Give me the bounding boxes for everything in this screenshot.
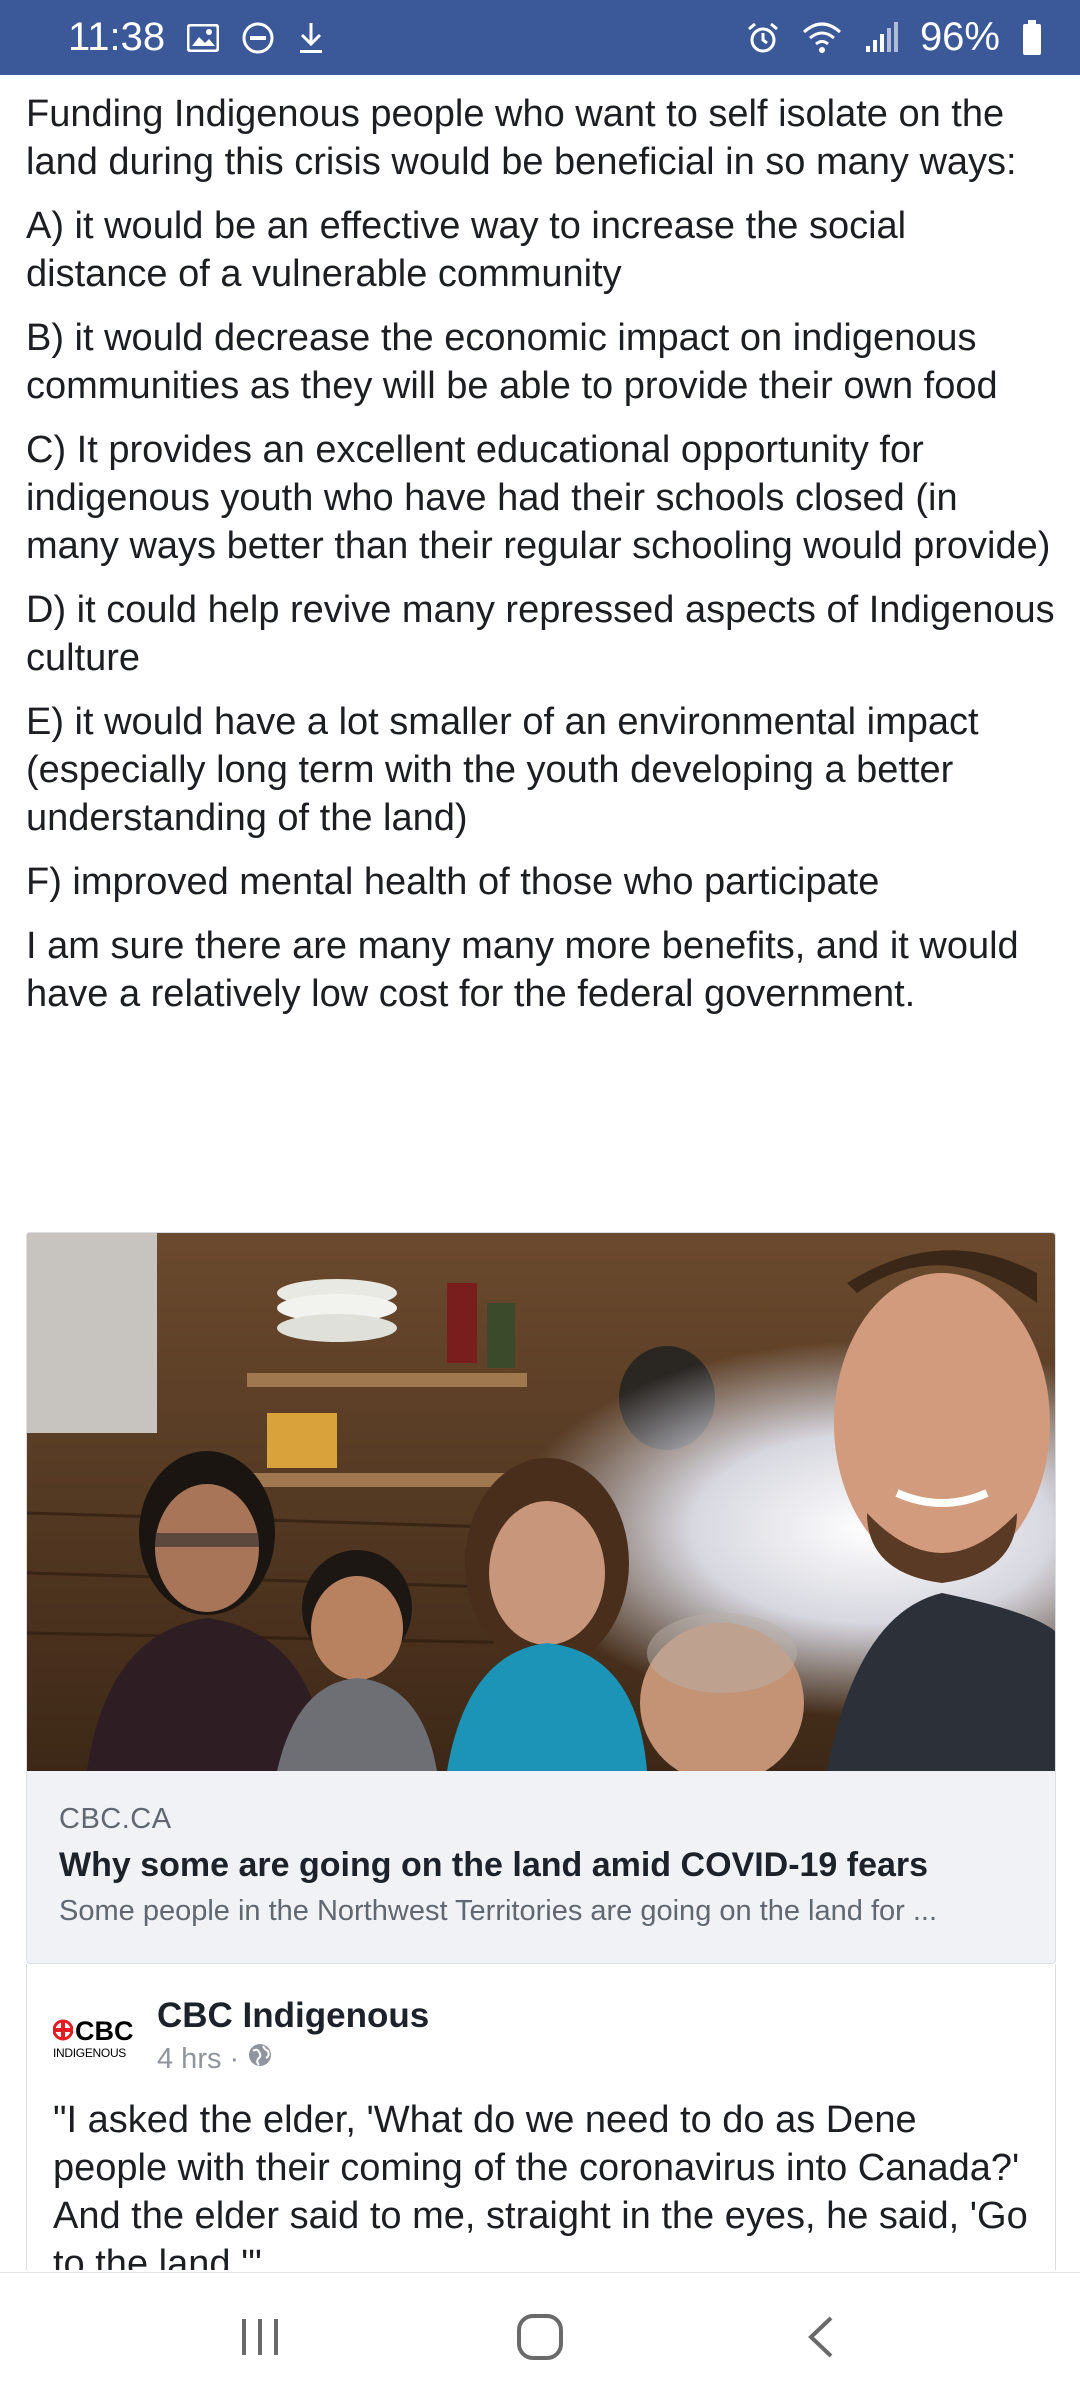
dnd-icon (241, 21, 275, 55)
post-paragraph-a: A) it would be an effective way to incre… (26, 205, 907, 295)
alarm-icon (746, 21, 780, 55)
post-time-text[interactable]: 4 hrs · (157, 2043, 239, 2076)
image-icon (187, 23, 220, 52)
post-paragraph-c: C) It provides an excellent educational … (26, 429, 1051, 567)
post-paragraph-closing: I am sure there are many many more benef… (26, 925, 1019, 1015)
back-icon (808, 2316, 833, 2357)
battery-percentage: 96% (919, 15, 1000, 59)
cbc-logo-subtext: INDIGENOUS (53, 2046, 127, 2060)
wifi-icon (802, 22, 842, 54)
post-paragraph-e: E) it would have a lot smaller of an env… (26, 701, 979, 839)
link-description: Some people in the Northwest Territories… (59, 1895, 938, 1927)
back-button[interactable] (760, 2297, 880, 2377)
shared-post-header: CBC INDIGENOUS CBC Indigenous 4 hrs · (27, 1964, 1055, 2076)
signal-icon (864, 21, 898, 54)
link-preview-image[interactable] (27, 1233, 1055, 1771)
post-paragraph-intro: Funding Indigenous people who want to se… (26, 93, 1017, 183)
cbc-logo-text: CBC (75, 2016, 134, 2046)
status-bar-right: 96% (746, 15, 1042, 60)
shared-post: CBC INDIGENOUS CBC Indigenous 4 hrs · "I… (26, 1964, 1056, 2270)
link-preview-meta[interactable]: CBC.CA Why some are going on the land am… (27, 1771, 1055, 1963)
recent-apps-icon (242, 2318, 278, 2355)
battery-icon (1022, 19, 1042, 56)
post-paragraph-f: F) improved mental health of those who p… (26, 861, 880, 903)
post-text: Funding Indigenous people who want to se… (26, 90, 1056, 1034)
page-name[interactable]: CBC Indigenous (157, 1994, 429, 2038)
shared-post-text: "I asked the elder, 'What do we need to … (53, 2099, 1028, 2270)
link-title[interactable]: Why some are going on the land amid COVI… (59, 1846, 1023, 1885)
link-domain: CBC.CA (59, 1803, 172, 1835)
status-bar-left: 11:38 (68, 15, 325, 60)
navigation-bar (0, 2272, 1080, 2400)
home-icon (517, 2313, 563, 2360)
family-photo (27, 1233, 1055, 1771)
post-paragraph-d: D) it could help revive many repressed a… (26, 589, 1055, 679)
status-time: 11:38 (68, 15, 166, 59)
cbc-logo[interactable]: CBC INDIGENOUS (53, 2016, 134, 2076)
cbc-gem-icon (53, 2019, 73, 2041)
status-bar: 11:38 96% (0, 0, 1080, 75)
post-timestamp: 4 hrs · (157, 2042, 429, 2076)
home-button[interactable] (480, 2297, 600, 2377)
download-icon (297, 21, 325, 55)
link-preview-card[interactable]: CBC.CA Why some are going on the land am… (26, 1232, 1056, 1964)
shared-post-author: CBC Indigenous 4 hrs · (157, 1994, 429, 2076)
recent-apps-button[interactable] (200, 2297, 320, 2377)
globe-icon (247, 2042, 273, 2076)
post-paragraph-b: B) it would decrease the economic impact… (26, 317, 998, 407)
